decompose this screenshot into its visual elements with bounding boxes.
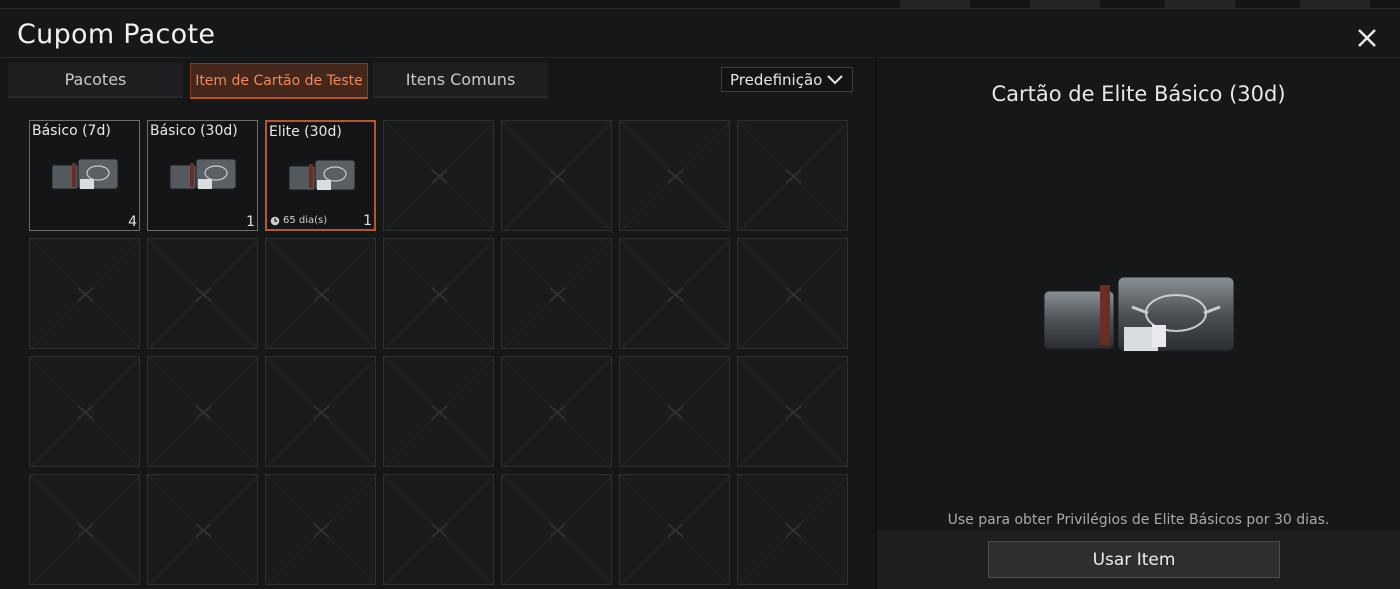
tab-pacotes[interactable]: Pacotes [8,63,183,98]
inventory-slot-empty[interactable] [501,474,612,585]
item-quantity: 1 [363,213,372,229]
empty-slot-icon [148,239,257,348]
inventory-slot-empty[interactable] [29,474,140,585]
inventory-slot-empty[interactable] [29,238,140,349]
item-timer-text: 65 dia(s) [283,215,328,226]
item-quantity: 1 [246,214,255,230]
empty-slot-icon [502,121,611,230]
elite-crate-icon [1040,269,1240,363]
tab-common-items[interactable]: Itens Comuns [373,63,548,98]
inventory-slot-empty[interactable] [383,474,494,585]
empty-slot-icon [384,121,493,230]
item-timer: 65 dia(s) [270,215,327,226]
empty-slot-icon [148,475,257,584]
empty-slot-icon [620,239,729,348]
inventory-slot-empty[interactable] [147,356,258,467]
inventory-slot-item[interactable]: Elite (30d) 1 65 dia(s) [265,120,376,231]
title-divider [0,57,1400,58]
empty-slot-icon [30,475,139,584]
background-strip [0,0,1400,8]
elite-crate-icon [288,159,356,191]
inventory-slot-empty[interactable] [383,238,494,349]
close-icon [1358,29,1376,47]
empty-slot-icon [266,357,375,466]
inventory-slot-empty[interactable] [501,356,612,467]
window-title: Cupom Pacote [17,19,216,50]
empty-slot-icon [620,357,729,466]
empty-slot-icon [620,475,729,584]
tab-label: Item de Cartão de Teste [195,72,363,89]
inventory-slot-empty[interactable] [147,474,258,585]
inventory-slot-empty[interactable] [383,356,494,467]
inventory-slot-empty[interactable] [29,356,140,467]
tab-test-card-items[interactable]: Item de Cartão de Teste [190,63,368,99]
empty-slot-icon [738,121,847,230]
empty-slot-icon [384,239,493,348]
inventory-slot-item[interactable]: Básico (7d) 4 [29,120,140,231]
inventory-slot-empty[interactable] [619,120,730,231]
empty-slot-icon [30,357,139,466]
empty-slot-icon [30,239,139,348]
sort-dropdown[interactable]: Predefinição [721,67,853,92]
empty-slot-icon [502,239,611,348]
use-item-button[interactable]: Usar Item [988,541,1280,578]
inventory-slot-empty[interactable] [501,120,612,231]
chevron-down-icon [827,75,843,85]
inventory-slot-empty[interactable] [147,238,258,349]
clock-icon [270,216,280,225]
item-quantity: 4 [128,214,137,230]
detail-title: Cartão de Elite Básico (30d) [991,82,1286,106]
empty-slot-icon [384,475,493,584]
empty-slot-icon [738,239,847,348]
empty-slot-icon [738,475,847,584]
elite-crate-icon [169,158,237,190]
item-name: Elite (30d) [269,124,342,140]
inventory-slot-item[interactable]: Básico (30d) 1 [147,120,258,231]
inventory-slot-empty[interactable] [737,474,848,585]
inventory-slot-empty[interactable] [501,238,612,349]
empty-slot-icon [620,121,729,230]
elite-crate-icon [51,158,119,190]
tab-label: Pacotes [64,70,127,89]
empty-slot-icon [502,357,611,466]
inventory-slot-empty[interactable] [265,356,376,467]
empty-slot-icon [266,475,375,584]
inventory-slot-empty[interactable] [383,120,494,231]
panel-divider [875,58,877,589]
empty-slot-icon [266,239,375,348]
inventory-slot-empty[interactable] [619,474,730,585]
inventory-slot-empty[interactable] [265,474,376,585]
inventory-slot-empty[interactable] [619,356,730,467]
item-name: Básico (30d) [150,123,238,139]
close-button[interactable] [1352,23,1382,53]
detail-description: Use para obter Privilégios de Elite Bási… [947,512,1330,528]
sort-dropdown-value: Predefinição [730,70,823,89]
tab-label: Itens Comuns [405,70,516,89]
use-item-label: Usar Item [1092,549,1176,570]
empty-slot-icon [502,475,611,584]
inventory-slot-empty[interactable] [737,120,848,231]
item-name: Básico (7d) [32,123,111,139]
inventory-slot-empty[interactable] [737,238,848,349]
inventory-slot-empty[interactable] [737,356,848,467]
empty-slot-icon [738,357,847,466]
empty-slot-icon [384,357,493,466]
coupon-package-window: Cupom Pacote Pacotes Item de Cartão de T… [0,8,1400,589]
inventory-slot-empty[interactable] [619,238,730,349]
inventory-slot-empty[interactable] [265,238,376,349]
empty-slot-icon [148,357,257,466]
